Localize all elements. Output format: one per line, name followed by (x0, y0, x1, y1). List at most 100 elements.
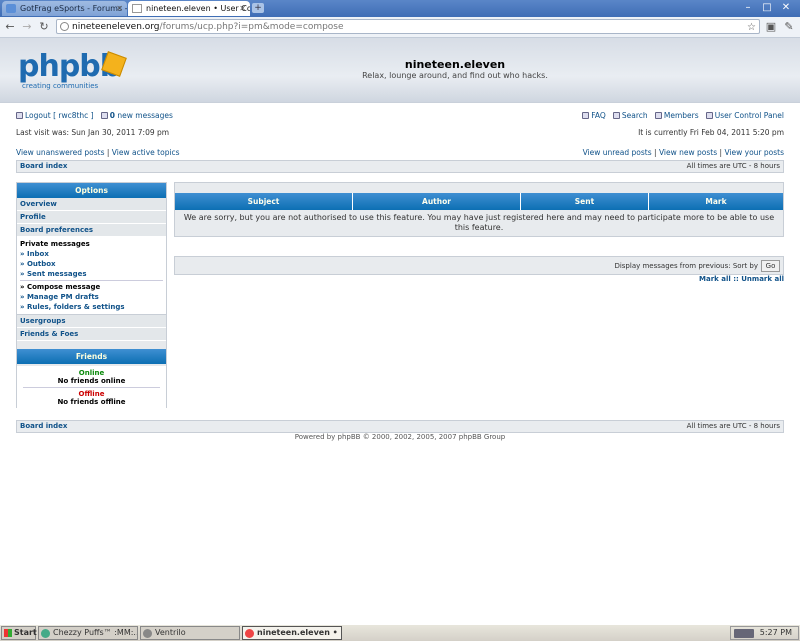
message-icon (100, 112, 108, 119)
timezone-text: All times are UTC - 8 hours (686, 162, 780, 170)
site-header: phpbb creating communities nineteen.elev… (0, 38, 800, 103)
separator: | (106, 148, 110, 157)
tab-gotfrag[interactable]: GotFrag eSports - Forums - ... ✕ (2, 1, 127, 16)
separator: | (719, 148, 723, 157)
sidebar-item-profile[interactable]: Profile (17, 211, 166, 224)
task-label: Chezzy Puffs™ :MM:... (53, 628, 138, 637)
pm-compose-link[interactable]: » Compose message (20, 282, 163, 292)
close-icon[interactable]: ✕ (116, 1, 123, 16)
new-messages-count[interactable]: 0 (110, 111, 115, 120)
breadcrumb-bottom: Board index All times are UTC - 8 hours (16, 420, 784, 433)
task-label: nineteen.eleven • ... (257, 628, 342, 637)
gotfrag-favicon-icon (6, 4, 16, 13)
view-unanswered-link[interactable]: View unanswered posts (16, 148, 104, 157)
breadcrumb-top: Board index All times are UTC - 8 hours (16, 160, 784, 173)
mark-all-link[interactable]: Mark all :: Unmark all (699, 275, 784, 283)
logo-tagline: creating communities (22, 82, 99, 90)
pm-inbox-link[interactable]: » Inbox (20, 249, 163, 259)
phpbb-logo[interactable]: phpbb creating communities (18, 50, 128, 92)
user-bar: Logout [ rwc8thc ] 0 new messages FAQ Se… (16, 111, 784, 120)
pm-table: Subject Author Sent Mark We are sorry, b… (174, 182, 784, 237)
pm-outbox-link[interactable]: » Outbox (20, 259, 163, 269)
ucp-link[interactable]: User Control Panel (715, 111, 784, 120)
go-button[interactable]: Go (761, 260, 780, 272)
faq-link[interactable]: FAQ (591, 111, 606, 120)
members-link[interactable]: Members (664, 111, 699, 120)
board-index-link[interactable]: Board index (20, 421, 67, 432)
wrench-icon[interactable]: ✎ (782, 20, 796, 34)
tray-icons[interactable] (734, 629, 754, 638)
divider (23, 387, 160, 388)
column-author: Author (353, 193, 521, 210)
pm-sent-link[interactable]: » Sent messages (20, 269, 163, 279)
options-header: Options (17, 183, 166, 198)
start-label: Start (14, 628, 37, 637)
tab-nineteen-eleven[interactable]: nineteen.eleven • User Cont... ✕ (128, 1, 250, 16)
search-icon (612, 112, 620, 119)
no-offline-text: No friends offline (57, 398, 126, 406)
board-index-link[interactable]: Board index (20, 161, 67, 172)
address-bar[interactable]: nineteeneleven.org/forums/ucp.php?i=pm&m… (56, 19, 760, 34)
last-visit-text: Last visit was: Sun Jan 30, 2011 7:09 pm (16, 128, 170, 137)
back-arrow-icon[interactable]: ← (3, 20, 17, 34)
members-icon (654, 112, 662, 119)
forward-arrow-icon[interactable]: → (20, 20, 34, 34)
browser-tabbar: GotFrag eSports - Forums - ... ✕ ninetee… (0, 0, 800, 17)
view-yours-link[interactable]: View your posts (724, 148, 784, 157)
ucp-icon (705, 112, 713, 119)
separator: | (654, 148, 657, 157)
clock: 5:27 PM (759, 628, 792, 637)
sidebar-item-friends-foes[interactable]: Friends & Foes (17, 328, 166, 341)
logout-link[interactable]: Logout [ rwc8thc ] (25, 111, 94, 120)
view-new-link[interactable]: View new posts (659, 148, 717, 157)
friends-header: Friends (17, 349, 166, 364)
task-chezzy-puffs[interactable]: Chezzy Puffs™ :MM:... (38, 626, 138, 640)
current-time-text: It is currently Fri Feb 04, 2011 5:20 pm (638, 128, 784, 137)
ventrilo-icon (143, 629, 152, 638)
url-path: /forums/ucp.php?i=pm&mode=compose (159, 22, 344, 32)
online-label: Online (78, 369, 105, 377)
column-sent: Sent (521, 193, 649, 210)
view-active-link[interactable]: View active topics (112, 148, 180, 157)
display-filter-label: Display messages from previous: Sort by (614, 262, 758, 270)
quick-links: View unanswered posts | View active topi… (16, 148, 784, 157)
windows-flag-icon (4, 629, 12, 637)
reload-icon[interactable]: ↻ (37, 20, 51, 34)
star-icon[interactable]: ☆ (747, 20, 756, 35)
site-description: Relax, lounge around, and find out who h… (362, 71, 548, 80)
sidebar-item-board-preferences[interactable]: Board preferences (17, 224, 166, 237)
site-name: nineteen.eleven (404, 58, 506, 71)
window-close-icon[interactable]: ✕ (778, 1, 794, 14)
pm-title: Private messages (20, 240, 90, 248)
display-filter-bar: Display messages from previous: Sort by … (174, 256, 784, 275)
task-label: Ventrilo (155, 628, 186, 637)
taskbar: Start Chezzy Puffs™ :MM:... Ventrilo nin… (0, 624, 800, 641)
chrome-icon (245, 629, 254, 638)
timezone-text: All times are UTC - 8 hours (686, 422, 780, 430)
not-authorised-message: We are sorry, but you are not authorised… (183, 213, 775, 232)
browser-toolbar: ← → ↻ nineteeneleven.org/forums/ucp.php?… (0, 17, 800, 38)
tab-label: nineteen.eleven • User Cont... (146, 4, 250, 13)
task-ventrilo[interactable]: Ventrilo (140, 626, 240, 640)
sidebar-item-overview[interactable]: Overview (17, 198, 166, 211)
search-link[interactable]: Search (622, 111, 648, 120)
new-tab-button[interactable]: + (252, 3, 264, 13)
faq-icon (582, 112, 590, 119)
minimize-icon[interactable]: – (740, 1, 756, 14)
close-icon[interactable]: ✕ (239, 1, 246, 16)
system-tray: 5:27 PM (730, 626, 799, 640)
maximize-icon[interactable]: □ (759, 1, 775, 14)
sidebar-item-usergroups[interactable]: Usergroups (17, 314, 166, 328)
private-messages-panel: Private messages » Inbox » Outbox » Sent… (17, 237, 166, 314)
powered-by-text: Powered by phpBB © 2000, 2002, 2005, 200… (294, 433, 506, 441)
pm-drafts-link[interactable]: » Manage PM drafts (20, 292, 163, 302)
pm-rules-link[interactable]: » Rules, folders & settings (20, 302, 163, 312)
offline-label: Offline (78, 390, 105, 398)
task-browser[interactable]: nineteen.eleven • ... (242, 626, 342, 640)
column-subject: Subject (175, 193, 353, 210)
page-menu-icon[interactable]: ▣ (764, 20, 778, 34)
new-messages-link[interactable]: new messages (117, 111, 173, 120)
friends-panel: Online No friends online Offline No frie… (17, 366, 166, 410)
start-button[interactable]: Start (1, 626, 37, 640)
view-unread-link[interactable]: View unread posts (583, 148, 652, 157)
